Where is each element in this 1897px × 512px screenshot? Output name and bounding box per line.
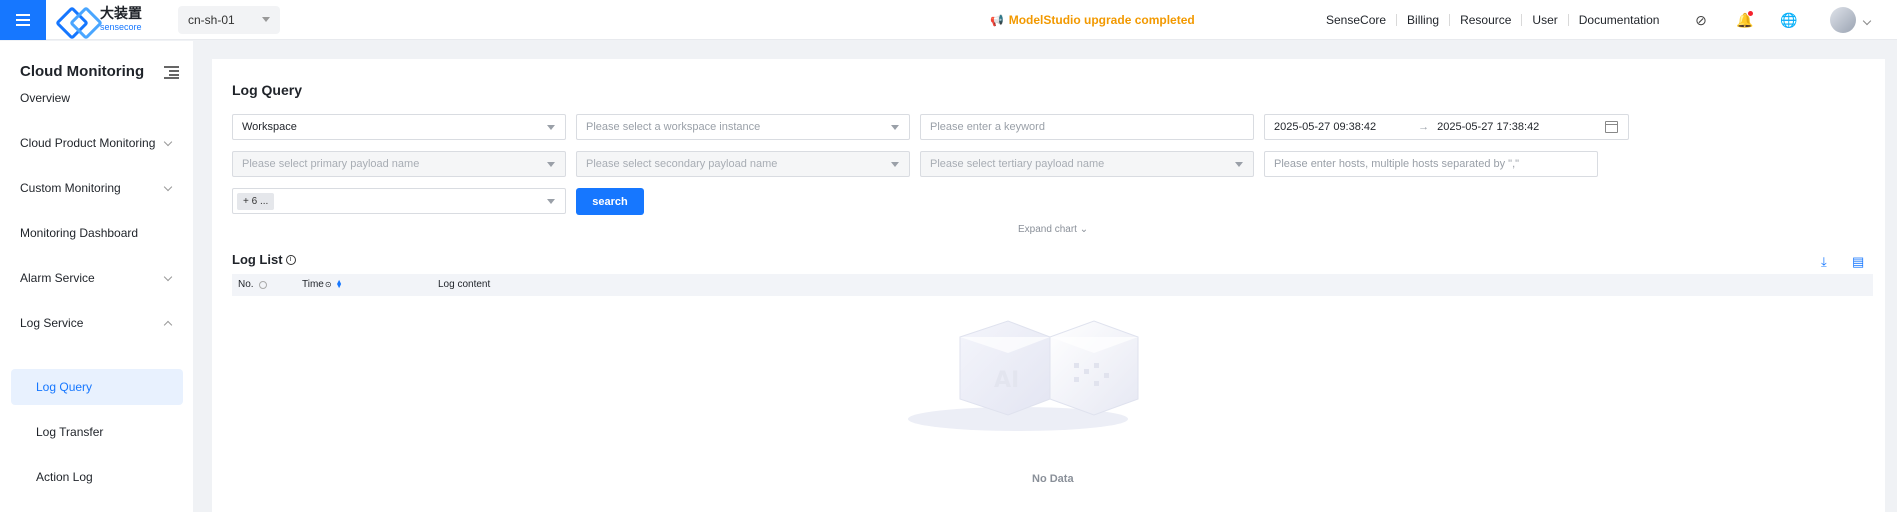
nav-user[interactable]: User [1522,14,1569,26]
top-nav: SenseCore Billing Resource User Document… [1316,0,1669,40]
log-list-title: Log List i [232,252,296,267]
sidebar-item-action-log[interactable]: Action Log [11,459,183,495]
select-placeholder: Please select primary payload name [242,158,420,170]
log-list-label: Log List [232,252,283,267]
empty-state-illustration: AI [908,320,1139,431]
column-time[interactable]: Time ⊙ ▲ ▼ [302,279,343,291]
chevron-down-icon [891,125,899,130]
column-log-content: Log content [438,279,490,290]
expand-chart-label: Expand chart [1018,224,1077,235]
nav-resource[interactable]: Resource [1450,14,1523,26]
sidebar-item-custom-monitoring[interactable]: Custom Monitoring [0,170,193,206]
logo-mark-icon [58,7,98,33]
chevron-down-icon [262,17,270,22]
input-placeholder: Please enter hosts, multiple hosts separ… [1274,158,1520,170]
workspace-instance-select[interactable]: Please select a workspace instance [576,114,910,140]
sidebar-item-overview[interactable]: Overview [0,80,193,116]
sidebar-title: Cloud Monitoring [20,63,145,80]
sort-icon[interactable]: ▲ ▼ [336,279,343,290]
chevron-down-icon [547,162,555,167]
chevron-down-icon: ⌄ [1079,224,1089,235]
sensecore-logo[interactable]: 大装置 sensecore [58,7,158,33]
sidebar: Cloud Monitoring Overview Cloud Product … [0,41,193,512]
bell-icon[interactable]: 🔔 [1736,11,1754,29]
search-icon[interactable] [258,280,267,289]
logo-en-text: sensecore [100,22,142,32]
save-icon[interactable]: ▤ [1852,254,1864,270]
nav-billing[interactable]: Billing [1397,14,1451,26]
date-end[interactable]: 2025-05-27 17:38:42 [1437,121,1539,133]
sidebar-item-label: Overview [20,91,71,105]
search-button[interactable]: search [576,188,644,215]
sidebar-item-label: Cloud Product Monitoring [20,136,156,150]
keyword-input[interactable]: Please enter a keyword [920,114,1254,140]
select-placeholder: Please select secondary payload name [586,158,778,170]
sidebar-item-label: Log Transfer [36,425,104,439]
chevron-down-icon [163,182,173,192]
sidebar-item-log-query[interactable]: Log Query [11,369,183,405]
sidebar-item-label: Log Query [36,380,93,394]
chevron-down-icon [163,272,173,282]
select-placeholder: Please select a workspace instance [586,121,761,133]
sidebar-item-label: Log Service [20,316,84,330]
download-icon[interactable]: ⤓ [1821,254,1827,270]
megaphone-icon: 📢 [990,14,1004,27]
region-value: cn-sh-01 [188,12,235,27]
chevron-up-icon [163,320,173,330]
info-icon[interactable]: i [285,254,296,265]
input-placeholder: Please enter a keyword [930,121,1045,133]
calendar-icon [1605,121,1618,133]
page-title: Log Query [232,82,303,98]
date-range-picker[interactable]: 2025-05-27 09:38:42 → 2025-05-27 17:38:4… [1264,114,1629,140]
sidebar-item-label: Custom Monitoring [20,181,121,195]
menu-icon[interactable] [0,0,46,40]
clock-icon: ⊙ [324,280,332,289]
collapse-sidebar-icon[interactable] [164,65,179,79]
sidebar-item-label: Alarm Service [20,271,95,285]
arrow-right-icon: → [1418,121,1430,133]
chevron-down-icon [547,125,555,130]
hosts-input[interactable]: Please enter hosts, multiple hosts separ… [1264,151,1598,177]
globe-icon[interactable]: 🌐 [1780,11,1798,29]
chevron-down-icon [547,199,555,204]
sidebar-item-log-transfer[interactable]: Log Transfer [11,414,183,450]
select-value: Workspace [242,121,297,133]
compass-icon[interactable]: ⊘ [1692,11,1710,29]
sidebar-item-monitoring-dashboard[interactable]: Monitoring Dashboard [0,215,193,251]
selected-count-tag: + 6 ... [237,192,275,210]
multi-select[interactable]: + 6 ... [232,188,566,214]
upgrade-notice[interactable]: 📢 ModelStudio upgrade completed [990,0,1195,40]
secondary-payload-select[interactable]: Please select secondary payload name [576,151,910,177]
chevron-down-icon [1235,162,1243,167]
column-label: Time [302,279,324,290]
column-no: No. [238,279,267,290]
date-start[interactable]: 2025-05-27 09:38:42 [1274,121,1376,133]
sidebar-item-cloud-product-monitoring[interactable]: Cloud Product Monitoring [0,125,193,161]
primary-payload-select[interactable]: Please select primary payload name [232,151,566,177]
logo-cn-text: 大装置 [100,6,142,22]
column-label: Log content [438,279,491,290]
chevron-down-icon [163,137,173,147]
empty-state-text: No Data [1032,473,1074,485]
tertiary-payload-select[interactable]: Please select tertiary payload name [920,151,1254,177]
select-placeholder: Please select tertiary payload name [930,158,1105,170]
expand-chart-toggle[interactable]: Expand chart ⌄ [1018,224,1088,235]
sidebar-item-label: Action Log [36,470,93,484]
chevron-down-icon [891,162,899,167]
column-label: No. [238,279,254,290]
sidebar-item-alarm-service[interactable]: Alarm Service [0,260,193,296]
table-header: No. Time ⊙ ▲ ▼ Log content [232,274,1873,296]
nav-sensecore[interactable]: SenseCore [1316,14,1398,26]
main-panel: Log Query Workspace Please select a work… [212,59,1885,512]
sidebar-item-label: Monitoring Dashboard [20,226,139,240]
region-selector[interactable]: cn-sh-01 [178,5,280,34]
sidebar-item-log-service[interactable]: Log Service [0,305,193,341]
nav-documentation[interactable]: Documentation [1569,14,1670,26]
avatar[interactable] [1830,7,1856,33]
svg-text:AI: AI [994,368,1019,393]
notice-text: ModelStudio upgrade completed [1008,13,1195,27]
notification-dot [1748,11,1753,16]
workspace-type-select[interactable]: Workspace [232,114,566,140]
